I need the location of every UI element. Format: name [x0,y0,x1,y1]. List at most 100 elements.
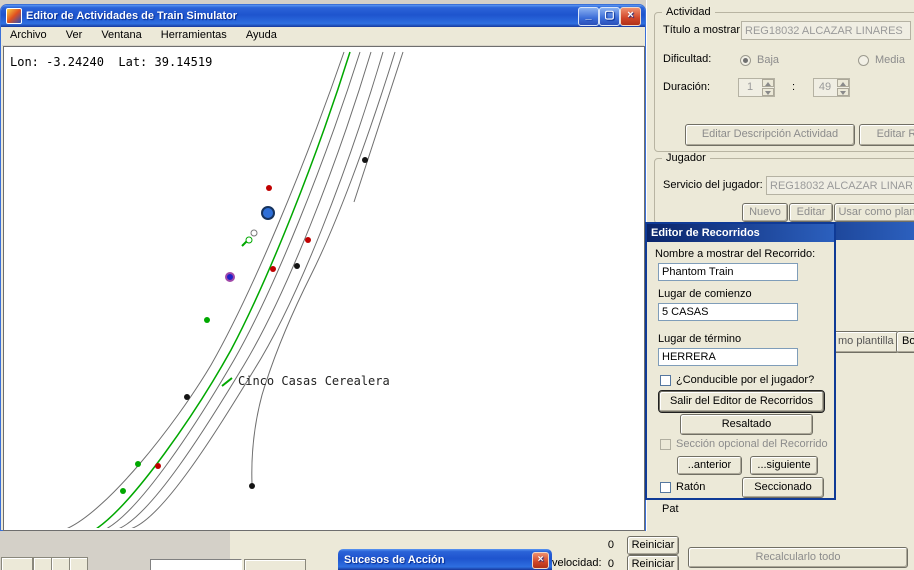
edit-description-button[interactable]: Editar Descripción Actividad [685,124,855,146]
route-name-label: Nombre a mostrar del Recorrido: [655,248,815,260]
sectioned-button[interactable]: Seccionado [742,477,824,498]
bottom-toolbar-field[interactable] [150,559,242,570]
duration-label: Duración: [663,81,710,93]
player-group-title: Jugador [662,152,710,164]
velocity-label: velocidad: [552,557,602,569]
pat-label-partial: Pat [662,503,679,515]
route-editor-titlebar[interactable]: Editor de Recorridos [647,224,834,242]
mouse-label: Ratón [676,481,705,493]
difficulty-label: Dificultad: [663,53,711,65]
menu-herramientas[interactable]: Herramientas [153,27,235,41]
difficulty-easy-radio[interactable] [740,55,751,66]
track-map[interactable]: Lon: -3.24240 Lat: 39.14519 [3,46,645,531]
waypoint-green[interactable] [120,488,126,494]
bottom-toolbar-button-2[interactable] [33,557,52,570]
action-events-close-button[interactable]: × [532,552,549,569]
spinner-down-icon[interactable] [762,88,774,96]
use-as-template-button-partial[interactable]: mo plantilla [833,331,899,353]
waypoint-green[interactable] [135,461,141,467]
menu-ver[interactable]: Ver [58,27,91,41]
route-start-label: Lugar de comienzo [658,288,752,300]
waypoint-red[interactable] [305,237,311,243]
bo-button-partial[interactable]: Bo [896,331,914,353]
station-label: Cinco Casas Cerealera [238,374,390,388]
optional-section-label: Sección opcional del Recorrido [676,438,828,450]
waypoint-black[interactable] [294,263,300,269]
route-editor-dialog: Editor de Recorridos Nombre a mostrar de… [645,222,836,500]
player-service-label: Servicio del jugador: [663,179,763,191]
route-start-node[interactable] [226,273,234,281]
duration-minutes-value: 49 [814,81,836,93]
activity-title-input[interactable] [741,21,911,40]
app-icon [6,8,22,24]
action-events-window: Sucesos de Acción × [338,549,552,570]
route-editor-title: Editor de Recorridos [651,227,760,239]
waypoint-black[interactable] [184,394,190,400]
player-edit-button[interactable]: Editar [789,203,833,222]
selected-route-line[interactable] [96,52,350,528]
spinner-up-icon[interactable] [837,79,849,87]
main-window: Editor de Actividades de Train Simulator… [0,4,646,531]
bottom-toolbar-button-1[interactable] [1,557,33,570]
previous-button[interactable]: ..anterior [677,456,742,475]
bottom-toolbar-button-5[interactable] [244,559,306,570]
activity-title-label: Título a mostrar: [663,24,743,36]
main-titlebar[interactable]: Editor de Actividades de Train Simulator… [1,5,645,27]
action-events-titlebar[interactable]: Sucesos de Acción × [338,549,552,570]
next-button[interactable]: ...siguiente [750,456,818,475]
mouse-checkbox[interactable] [660,482,671,493]
reset-button-top[interactable]: Reiniciar [627,536,679,555]
waypoint-green-outline[interactable] [246,237,252,243]
desktop: Actividad Título a mostrar: Dificultad: … [0,0,914,570]
difficulty-easy-label: Baja [757,54,779,66]
track-lines [66,52,403,528]
selected-node-blue[interactable] [262,207,274,219]
maximize-button[interactable]: ▢ [599,7,620,26]
player-group: Jugador Servicio del jugador: Nuevo Edit… [654,158,914,224]
difficulty-medium-label: Media [875,54,905,66]
menu-ayuda[interactable]: Ayuda [238,27,285,41]
route-end-label: Lugar de término [658,333,741,345]
drivable-checkbox[interactable] [660,375,671,386]
optional-section-checkbox[interactable] [660,439,671,450]
exit-route-editor-button[interactable]: Salir del Editor de Recorridos [659,391,824,412]
close-button[interactable]: × [620,7,641,26]
waypoint-black[interactable] [249,483,255,489]
event-value-top: 0 [598,539,614,551]
spinner-up-icon[interactable] [762,79,774,87]
edit-summary-button[interactable]: Editar Resumen [859,124,914,146]
track-map-svg[interactable]: Cinco Casas Cerealera [4,47,642,528]
activity-group-title: Actividad [662,6,715,18]
route-name-input[interactable] [658,263,798,281]
waypoint-green[interactable] [204,317,210,323]
menu-archivo[interactable]: Archivo [2,27,55,41]
route-start-input[interactable] [658,303,798,321]
highlight-button[interactable]: Resaltado [680,414,813,435]
duration-minutes-spinner[interactable]: 49 [813,78,850,97]
waypoint-red[interactable] [155,463,161,469]
player-new-button[interactable]: Nuevo [742,203,788,222]
route-end-input[interactable] [658,348,798,366]
route-direction-mark-icon [222,378,232,386]
minimize-button[interactable]: _ [578,7,599,26]
difficulty-medium-radio[interactable] [858,55,869,66]
waypoint-white[interactable] [251,230,257,236]
menu-ventana[interactable]: Ventana [93,27,149,41]
bottom-toolbar-button-3[interactable] [51,557,70,570]
duration-hours-spinner[interactable]: 1 [738,78,775,97]
player-service-input[interactable] [766,176,914,195]
duration-separator: : [792,81,795,93]
player-use-template-button[interactable]: Usar como plan [834,203,914,222]
reset-button-bottom[interactable]: Reiniciar [627,555,679,570]
main-menubar: Archivo Ver Ventana Herramientas Ayuda [2,27,644,46]
recalculate-all-button[interactable]: Recalcularlo todo [688,547,908,568]
main-window-title: Editor de Actividades de Train Simulator [26,10,237,22]
event-value-bottom: 0 [598,558,614,570]
waypoint-black[interactable] [362,157,368,163]
duration-hours-value: 1 [739,81,761,93]
waypoint-red[interactable] [266,185,272,191]
waypoint-red[interactable] [270,266,276,272]
action-events-title: Sucesos de Acción [344,554,444,566]
spinner-down-icon[interactable] [837,88,849,96]
bottom-toolbar-button-4[interactable] [69,557,88,570]
